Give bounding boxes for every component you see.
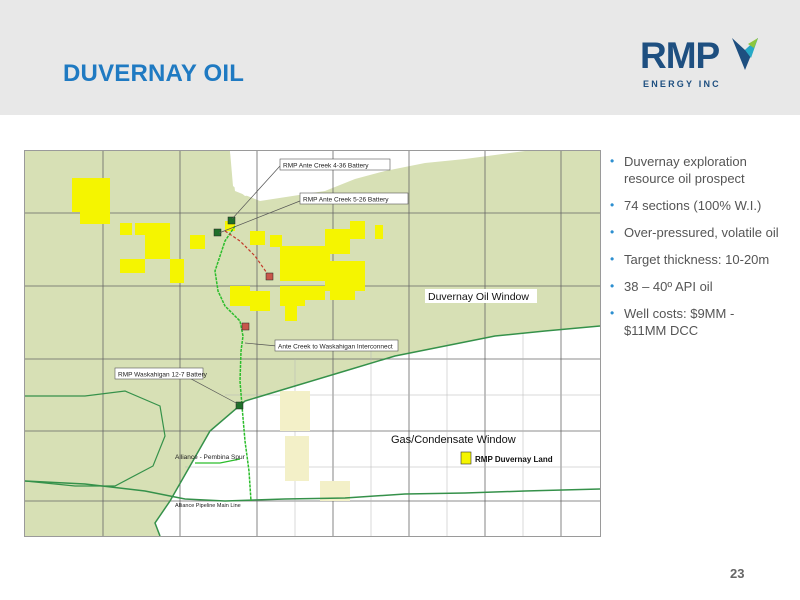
bullet-item: • Target thickness: 10-20m [610, 252, 770, 267]
page-number: 23 [730, 566, 745, 581]
label-gas-window: Gas/Condensate Window [391, 434, 516, 446]
label-alliance-mainline: Alliance Pipeline Main Line [175, 503, 241, 509]
legend-land-label: RMP Duvernay Land [475, 455, 553, 464]
bullet-item: • 38 – 40º API oil [610, 279, 713, 294]
logo-chevron-icon [732, 38, 758, 70]
bullet-list: • Duvernay exploration resource oil prosp… [610, 153, 780, 349]
label-battery-4-36: RMP Ante Creek 4-36 Battery [283, 163, 369, 170]
bullet-marker-icon: • [610, 279, 615, 293]
label-alliance-spur: Alliance - Pembina Spur [175, 454, 246, 461]
bullet-marker-icon: • [610, 225, 615, 239]
bullet-marker-icon: • [610, 154, 615, 168]
red-marker-b [241, 322, 250, 331]
label-battery-5-26: RMP Ante Creek 5-26 Battery [303, 197, 389, 204]
battery-12-7-marker [235, 401, 244, 410]
battery-4-36-marker [227, 216, 236, 225]
bullet-item: • Well costs: $9MM - $11MM DCC [610, 306, 735, 338]
bullet-marker-icon: • [610, 306, 615, 320]
red-marker-a [265, 272, 274, 281]
duvernay-map: RMP Ante Creek 4-36 Battery RMP Ante Cre… [24, 150, 601, 537]
slide-title: DUVERNAY OIL [63, 60, 245, 87]
logo-wordmark: RMP [640, 35, 720, 76]
label-interconnect: Ante Creek to Waskahigan Interconnect [278, 344, 393, 351]
bullet-marker-icon: • [610, 252, 615, 266]
label-battery-12-7: RMP Waskahigan 12-7 Battery [118, 372, 208, 379]
bullet-item: • 74 sections (100% W.I.) [610, 198, 762, 213]
label-oil-window: Duvernay Oil Window [428, 291, 529, 303]
company-logo: RMP ENERGY INC [640, 36, 760, 98]
logo-subtitle: ENERGY INC [643, 79, 721, 89]
legend-land-swatch [460, 451, 472, 465]
map-svg: RMP Ante Creek 4-36 Battery RMP Ante Cre… [25, 151, 600, 536]
bullet-item: • Over-pressured, volatile oil [610, 225, 779, 240]
bullet-item: • Duvernay exploration resource oil prosp… [610, 154, 747, 186]
bullet-marker-icon: • [610, 198, 615, 212]
